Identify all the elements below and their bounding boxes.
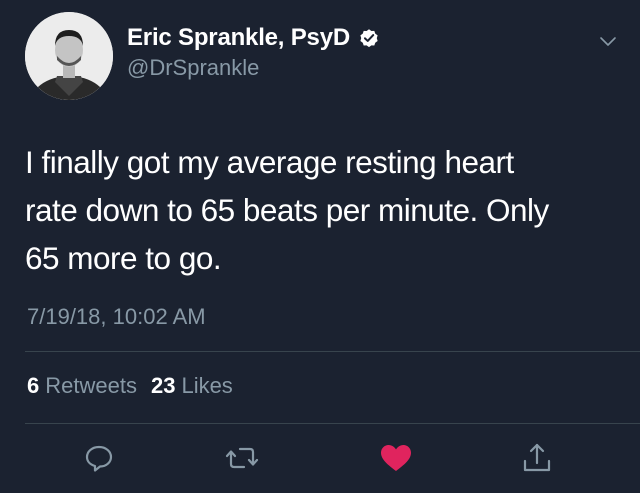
tweet-text-line: 65 more to go. [25, 240, 222, 276]
user-handle[interactable]: @DrSprankle [127, 55, 259, 81]
tweet-card: Eric Sprankle, PsyD @DrSprankle I finall… [0, 0, 640, 493]
divider [25, 423, 640, 424]
avatar-image [25, 12, 113, 100]
tweet-timestamp[interactable]: 7/19/18, 10:02 AM [27, 304, 206, 330]
reply-icon [85, 445, 113, 472]
retweets-stat[interactable]: 6 Retweets [27, 373, 137, 399]
tweet-text-line: rate down to 65 beats per minute. Only [25, 192, 549, 228]
likes-count: 23 [150, 373, 176, 398]
retweets-label: Retweets [45, 373, 137, 398]
retweet-button[interactable] [224, 440, 260, 476]
likes-stat[interactable]: 23 Likes [151, 373, 233, 399]
retweet-icon [225, 447, 259, 469]
divider [25, 351, 640, 352]
display-name[interactable]: Eric Sprankle, PsyD [127, 24, 350, 52]
verified-badge-icon [358, 27, 380, 49]
avatar[interactable] [25, 12, 113, 100]
tweet-text: I finally got my average resting heart r… [25, 138, 615, 282]
share-icon [523, 443, 551, 472]
share-button[interactable] [519, 440, 555, 476]
likes-label: Likes [181, 373, 233, 398]
heart-icon [381, 445, 411, 471]
reply-button[interactable] [81, 440, 117, 476]
tweet-text-line: I finally got my average resting heart [25, 144, 514, 180]
chevron-down-icon[interactable] [598, 31, 618, 51]
retweets-count: 6 [27, 373, 40, 398]
author-name-row[interactable]: Eric Sprankle, PsyD [127, 23, 380, 53]
tweet-stats: 6 Retweets 23 Likes [27, 373, 247, 399]
tweet-actions [0, 440, 640, 480]
like-button[interactable] [378, 440, 414, 476]
